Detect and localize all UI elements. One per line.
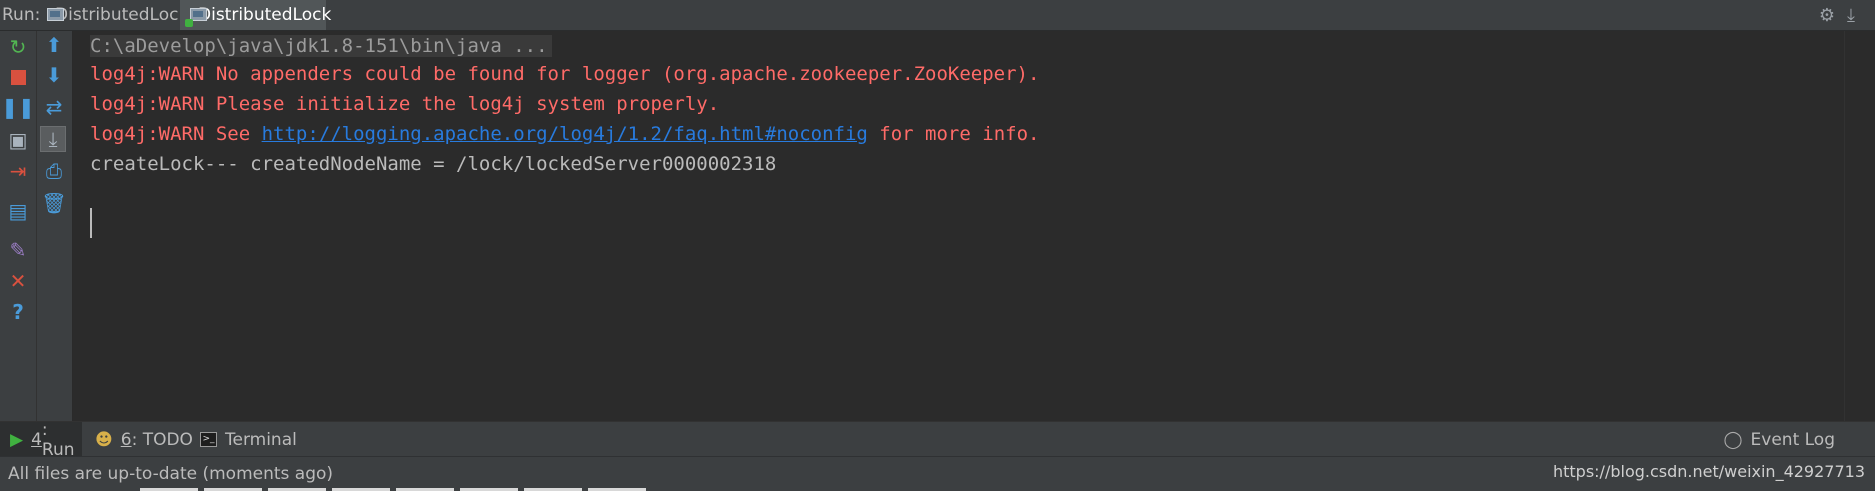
- todo-icon: ☻: [95, 429, 113, 450]
- warn-suffix: for more info.: [867, 123, 1040, 145]
- pause-icon[interactable]: ❚❚: [1, 94, 35, 120]
- console-actions-toolbar: ⬆ ⬇ ⇄ ⤓ ⎙ 🗑: [37, 31, 73, 421]
- faq-link[interactable]: http://logging.apache.org/log4j/1.2/faq.…: [262, 123, 868, 145]
- event-log-button[interactable]: ◯ Event Log: [1724, 422, 1836, 457]
- status-message: All files are up-to-date (moments ago): [8, 464, 334, 484]
- console-line-warn-2: log4j:WARN Please initialize the log4j s…: [90, 93, 720, 115]
- vertical-scrollbar[interactable]: [1844, 31, 1875, 421]
- restore-layout-icon[interactable]: ▤: [5, 198, 31, 224]
- warn-prefix: log4j:WARN See: [90, 123, 262, 145]
- console-line-command: C:\aDevelop\java\jdk1.8-151\bin\java ...: [90, 31, 552, 61]
- help-icon[interactable]: ?: [5, 299, 31, 325]
- up-arrow-icon[interactable]: ⬆: [41, 32, 67, 58]
- dump-threads-icon[interactable]: ▣: [5, 127, 31, 153]
- tab-label: DistributedLock: [198, 5, 332, 25]
- run-tab-distributedlock-2[interactable]: DistributedLock: [180, 0, 331, 30]
- rerun-icon[interactable]: ↻: [5, 34, 31, 60]
- event-log-icon: ◯: [1723, 429, 1743, 450]
- stop-icon[interactable]: [5, 64, 31, 90]
- run-label: Run:: [2, 5, 41, 25]
- pin-icon[interactable]: ✎: [5, 237, 31, 263]
- run-icon: ▶: [10, 429, 24, 450]
- status-bar: All files are up-to-date (moments ago) h…: [0, 456, 1875, 491]
- text-caret: [90, 208, 92, 238]
- run-actions-toolbar: ↻ ❚❚ ▣ ⇥ ▤ ✎ ✕ ?: [0, 31, 37, 421]
- run-toolwindow-header: Run: DistributedLock DistributedLock ⚙ ⤓: [0, 0, 1875, 31]
- print-icon[interactable]: ⎙: [41, 158, 67, 184]
- tab-label: DistributedLock: [55, 5, 189, 25]
- console-line-warn-3: log4j:WARN See http://logging.apache.org…: [90, 119, 1039, 149]
- gear-icon[interactable]: ⚙: [1819, 5, 1835, 26]
- down-arrow-icon[interactable]: ⬇: [41, 62, 67, 88]
- scroll-to-end-icon[interactable]: ⤓: [40, 126, 66, 152]
- console-line-warn-1: log4j:WARN No appenders could be found f…: [90, 63, 1040, 85]
- tool-window-bar: ▶ 4: Run ☻ 6: TODO >_ Terminal ◯ Event L…: [0, 420, 1875, 460]
- close-icon[interactable]: ✕: [5, 268, 31, 294]
- soft-wrap-icon[interactable]: ⇄: [41, 94, 67, 120]
- download-icon[interactable]: ⤓: [1847, 5, 1855, 26]
- status-right-text: https://blog.csdn.net/weixin_42927713: [1552, 462, 1865, 481]
- header-actions: ⚙ ⤓: [1819, 5, 1855, 26]
- run-tab-distributedlock-1[interactable]: DistributedLock: [47, 0, 188, 30]
- exit-icon[interactable]: ⇥: [5, 158, 31, 184]
- console-output[interactable]: C:\aDevelop\java\jdk1.8-151\bin\java ...…: [73, 31, 1845, 421]
- terminal-icon: >_: [200, 432, 217, 447]
- console-line-output: createLock--- createdNodeName = /lock/lo…: [90, 153, 777, 175]
- tab-run[interactable]: ▶ 4: Run: [0, 420, 82, 460]
- tab-terminal[interactable]: >_ Terminal: [200, 422, 297, 457]
- tab-todo[interactable]: ☻ 6: TODO: [95, 422, 193, 457]
- clear-all-icon[interactable]: 🗑: [41, 190, 67, 216]
